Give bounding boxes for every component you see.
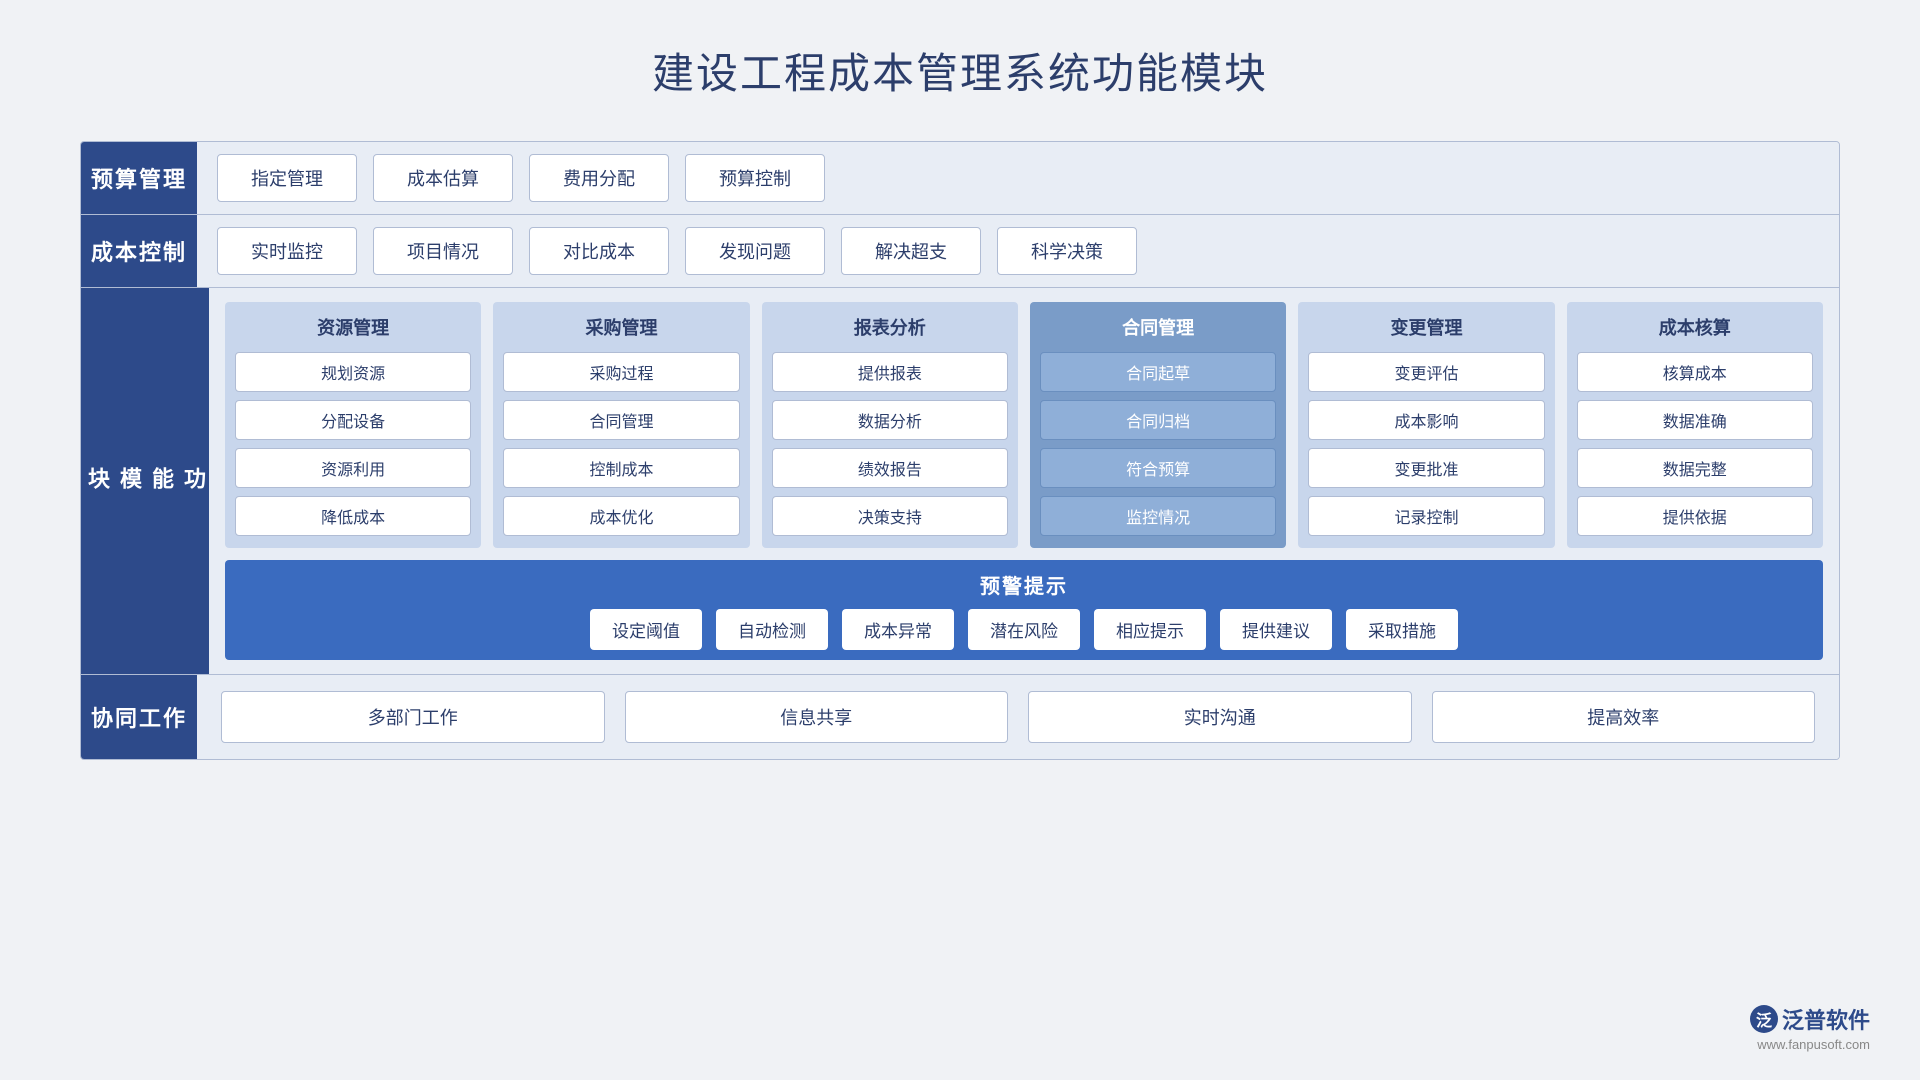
collab-item: 提高效率: [1432, 691, 1816, 743]
budget-item: 预算控制: [685, 154, 825, 202]
module-card: 采购管理采购过程合同管理控制成本成本优化: [493, 302, 749, 548]
module-card-title: 合同管理: [1122, 314, 1194, 340]
cost-control-row: 成本控制 实时监控项目情况对比成本发现问题解决超支科学决策: [81, 215, 1839, 288]
func-content: 资源管理规划资源分配设备资源利用降低成本采购管理采购过程合同管理控制成本成本优化…: [209, 288, 1839, 674]
module-card-item: 变更批准: [1308, 448, 1544, 488]
module-card-item: 数据准确: [1577, 400, 1813, 440]
func-row: 功能模块 资源管理规划资源分配设备资源利用降低成本采购管理采购过程合同管理控制成…: [81, 288, 1839, 675]
cost-control-item: 解决超支: [841, 227, 981, 275]
module-card-item: 提供依据: [1577, 496, 1813, 536]
module-card-item: 规划资源: [235, 352, 471, 392]
warning-item: 成本异常: [842, 609, 954, 650]
module-card: 资源管理规划资源分配设备资源利用降低成本: [225, 302, 481, 548]
warning-title: 预警提示: [241, 570, 1807, 599]
warning-item: 采取措施: [1346, 609, 1458, 650]
main-container: 预算管理 指定管理成本估算费用分配预算控制 成本控制 实时监控项目情况对比成本发…: [80, 141, 1840, 760]
budget-item: 指定管理: [217, 154, 357, 202]
module-card: 合同管理合同起草合同归档符合预算监控情况: [1030, 302, 1286, 548]
module-card-item: 提供报表: [772, 352, 1008, 392]
cost-control-label: 成本控制: [81, 215, 197, 287]
budget-item: 成本估算: [373, 154, 513, 202]
module-card: 变更管理变更评估成本影响变更批准记录控制: [1298, 302, 1554, 548]
collab-label: 协同工作: [81, 675, 197, 759]
func-label: 功能模块: [81, 288, 209, 674]
module-card-item: 记录控制: [1308, 496, 1544, 536]
module-card-item: 成本影响: [1308, 400, 1544, 440]
logo-main: 泛 泛普软件: [1750, 1003, 1870, 1035]
logo-sub: www.fanpusoft.com: [1757, 1037, 1870, 1052]
logo-area: 泛 泛普软件 www.fanpusoft.com: [1750, 1003, 1870, 1052]
collab-item: 信息共享: [625, 691, 1009, 743]
module-card-item: 降低成本: [235, 496, 471, 536]
module-card-item: 采购过程: [503, 352, 739, 392]
module-card-item: 控制成本: [503, 448, 739, 488]
func-modules-row: 资源管理规划资源分配设备资源利用降低成本采购管理采购过程合同管理控制成本成本优化…: [225, 302, 1823, 548]
warning-section: 预警提示 设定阈值自动检测成本异常潜在风险相应提示提供建议采取措施: [225, 560, 1823, 660]
budget-label: 预算管理: [81, 142, 197, 214]
module-card-title: 报表分析: [854, 314, 926, 340]
cost-control-content: 实时监控项目情况对比成本发现问题解决超支科学决策: [197, 215, 1839, 287]
module-card-title: 采购管理: [585, 314, 657, 340]
module-card-item: 合同起草: [1040, 352, 1276, 392]
page-title: 建设工程成本管理系统功能模块: [652, 40, 1268, 101]
logo-icon: 泛: [1750, 1005, 1778, 1033]
cost-control-item: 科学决策: [997, 227, 1137, 275]
warning-items: 设定阈值自动检测成本异常潜在风险相应提示提供建议采取措施: [241, 609, 1807, 650]
warning-item: 潜在风险: [968, 609, 1080, 650]
module-card-item: 绩效报告: [772, 448, 1008, 488]
cost-control-item: 实时监控: [217, 227, 357, 275]
cost-control-item: 发现问题: [685, 227, 825, 275]
collab-item: 多部门工作: [221, 691, 605, 743]
collab-item: 实时沟通: [1028, 691, 1412, 743]
warning-item: 提供建议: [1220, 609, 1332, 650]
module-card-item: 决策支持: [772, 496, 1008, 536]
module-card-item: 数据分析: [772, 400, 1008, 440]
warning-item: 相应提示: [1094, 609, 1206, 650]
budget-item: 费用分配: [529, 154, 669, 202]
module-card-item: 变更评估: [1308, 352, 1544, 392]
module-card-item: 成本优化: [503, 496, 739, 536]
module-card-item: 监控情况: [1040, 496, 1276, 536]
module-card-item: 核算成本: [1577, 352, 1813, 392]
module-card-title: 变更管理: [1390, 314, 1462, 340]
module-card-title: 资源管理: [317, 314, 389, 340]
budget-content: 指定管理成本估算费用分配预算控制: [197, 142, 1839, 214]
cost-control-item: 项目情况: [373, 227, 513, 275]
warning-item: 设定阈值: [590, 609, 702, 650]
module-card-item: 合同管理: [503, 400, 739, 440]
module-card: 成本核算核算成本数据准确数据完整提供依据: [1567, 302, 1823, 548]
collab-content: 多部门工作信息共享实时沟通提高效率: [197, 675, 1839, 759]
budget-row: 预算管理 指定管理成本估算费用分配预算控制: [81, 142, 1839, 215]
cost-control-item: 对比成本: [529, 227, 669, 275]
module-card-item: 分配设备: [235, 400, 471, 440]
collab-row: 协同工作 多部门工作信息共享实时沟通提高效率: [81, 675, 1839, 759]
module-card: 报表分析提供报表数据分析绩效报告决策支持: [762, 302, 1018, 548]
module-card-item: 资源利用: [235, 448, 471, 488]
module-card-item: 符合预算: [1040, 448, 1276, 488]
module-card-item: 合同归档: [1040, 400, 1276, 440]
logo-text: 泛普软件: [1782, 1003, 1870, 1035]
module-card-title: 成本核算: [1659, 314, 1731, 340]
module-card-item: 数据完整: [1577, 448, 1813, 488]
warning-item: 自动检测: [716, 609, 828, 650]
